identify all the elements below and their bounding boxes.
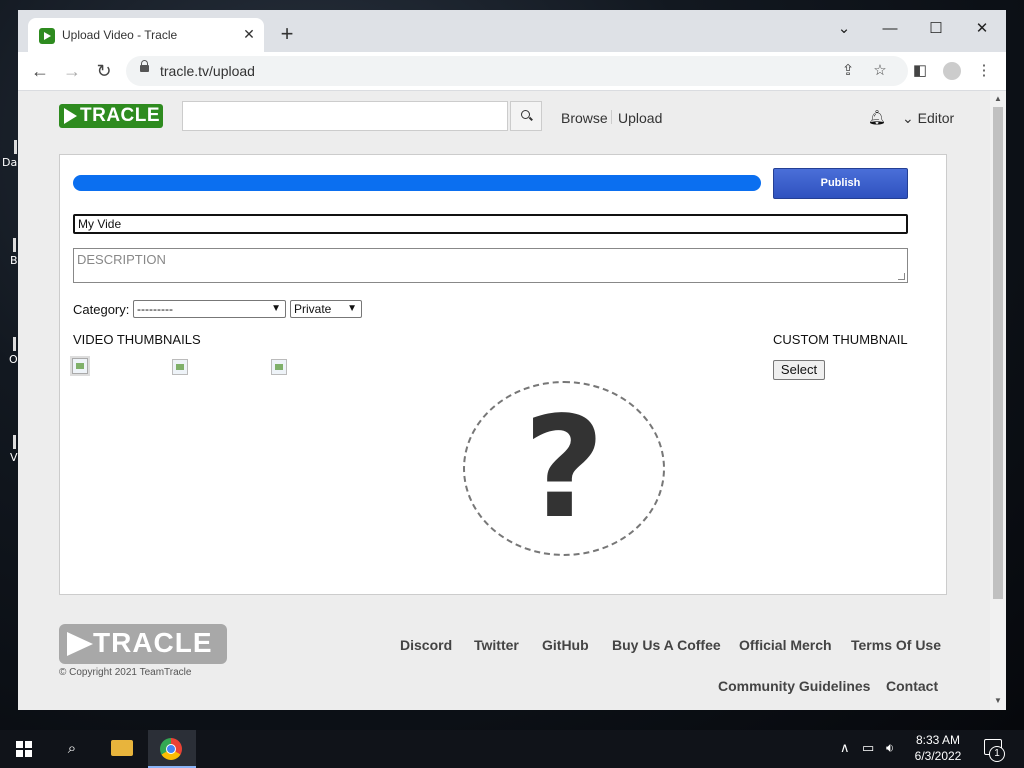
- maximize-button[interactable]: ☐: [922, 16, 950, 42]
- thumbnail-option-2[interactable]: [172, 359, 188, 375]
- notification-count-badge: 1: [989, 746, 1005, 762]
- tracle-favicon-icon: [39, 28, 55, 44]
- footer-logo-text: TRACLE: [93, 627, 213, 658]
- new-tab-button[interactable]: +: [276, 23, 298, 46]
- desktop-icon-label: B: [10, 254, 18, 267]
- nav-browse-link[interactable]: Browse: [561, 110, 608, 126]
- resize-handle-icon[interactable]: [898, 273, 905, 280]
- footer-link-contact[interactable]: Contact: [886, 678, 938, 694]
- address-bar[interactable]: tracle.tv/upload: [126, 56, 908, 86]
- copyright-text: © Copyright 2021 TeamTracle: [59, 667, 192, 678]
- privacy-selected-value: Private: [294, 302, 332, 316]
- desktop-icon-label: V: [10, 451, 18, 464]
- scroll-down-arrow-icon[interactable]: ▼: [993, 696, 1003, 705]
- select-thumbnail-button[interactable]: Select: [773, 360, 825, 380]
- browser-window: Upload Video - Tracle ✕ + ⌄ — ☐ ✕ ← → ↻ …: [18, 10, 1006, 710]
- video-thumbnails-label: VIDEO THUMBNAILS: [73, 332, 201, 347]
- file-explorer-icon[interactable]: [111, 740, 133, 756]
- category-select[interactable]: --------- ▼: [133, 300, 286, 318]
- description-textarea[interactable]: DESCRIPTION: [73, 248, 908, 283]
- browser-toolbar: ← → ↻ tracle.tv/upload ⇪ ☆ ◧ ⋮: [18, 52, 1006, 91]
- chevron-down-icon: ▼: [347, 303, 357, 314]
- footer-link-github[interactable]: GitHub: [542, 637, 589, 653]
- category-label: Category:: [73, 302, 130, 317]
- logo-text: TRACLE: [80, 105, 161, 126]
- category-selected-value: ---------: [137, 302, 173, 316]
- tab-search-chevron-down-icon[interactable]: ⌄: [830, 16, 858, 42]
- chevron-down-icon: ▼: [271, 303, 281, 314]
- custom-thumbnail-label: CUSTOM THUMBNAIL: [773, 332, 908, 347]
- thumbnail-option-3[interactable]: [271, 359, 287, 375]
- title-input[interactable]: My Vide: [73, 214, 908, 234]
- windows-start-icon[interactable]: [16, 741, 32, 757]
- network-icon[interactable]: ▭: [862, 740, 874, 756]
- nav-divider: [611, 110, 612, 124]
- search-icon: [521, 110, 530, 119]
- volume-icon[interactable]: 🔉︎: [886, 740, 894, 756]
- nav-upload-link[interactable]: Upload: [618, 110, 662, 126]
- footer-link-buy-coffee[interactable]: Buy Us A Coffee: [612, 637, 721, 653]
- page-content: TRACLE Browse Upload 🔔︎ ⌄ Editor Publish…: [18, 91, 990, 710]
- profile-avatar-icon[interactable]: [941, 60, 963, 82]
- taskbar-chrome-button[interactable]: [148, 730, 196, 768]
- play-logo-icon: [64, 108, 77, 124]
- tab-title: Upload Video - Tracle: [62, 28, 178, 42]
- taskbar: ⌕ ∧ ▭ 🔉︎ 8:33 AM 6/3/2022 1: [0, 730, 1024, 768]
- publish-button[interactable]: Publish: [773, 168, 908, 199]
- scroll-up-arrow-icon[interactable]: ▲: [993, 94, 1003, 103]
- clock-time: 8:33 AM: [915, 733, 961, 747]
- search-icon[interactable]: ⌕: [60, 738, 84, 760]
- share-icon[interactable]: ⇪: [837, 60, 859, 82]
- footer-link-twitter[interactable]: Twitter: [474, 637, 519, 653]
- back-arrow-icon[interactable]: ←: [29, 60, 51, 82]
- page-scrollbar[interactable]: ▲ ▼: [990, 91, 1006, 710]
- tab-close-icon[interactable]: ✕: [240, 25, 258, 43]
- url-text[interactable]: tracle.tv/upload: [160, 63, 255, 79]
- desktop-icon[interactable]: Da: [2, 140, 18, 169]
- forward-arrow-icon[interactable]: →: [61, 60, 83, 82]
- user-menu[interactable]: ⌄ Editor: [902, 110, 954, 127]
- clock-date: 6/3/2022: [914, 749, 962, 763]
- upload-progress-bar: [73, 175, 761, 191]
- desktop-icon-label: Da: [2, 156, 18, 169]
- chrome-icon: [160, 738, 182, 760]
- user-menu-label: Editor: [917, 110, 955, 126]
- footer-logo[interactable]: TRACLE: [59, 624, 227, 664]
- bookmark-star-icon[interactable]: ☆: [869, 60, 891, 82]
- thumbnail-option-1[interactable]: [72, 358, 88, 374]
- search-button[interactable]: [510, 101, 542, 131]
- upload-form: Publish My Vide DESCRIPTION Category: --…: [59, 154, 947, 595]
- side-panel-icon[interactable]: ◧: [909, 60, 931, 82]
- play-logo-icon: [67, 632, 93, 656]
- footer-link-discord[interactable]: Discord: [400, 637, 452, 653]
- search-input[interactable]: [182, 101, 508, 131]
- reload-icon[interactable]: ↻: [93, 60, 115, 82]
- tracle-logo[interactable]: TRACLE: [59, 104, 163, 128]
- footer-link-community-guidelines[interactable]: Community Guidelines: [718, 678, 870, 694]
- bell-icon[interactable]: 🔔︎: [868, 109, 886, 125]
- close-window-button[interactable]: ✕: [968, 16, 996, 42]
- tab-upload-video[interactable]: Upload Video - Tracle ✕: [28, 18, 264, 52]
- more-menu-icon[interactable]: ⋮: [973, 60, 995, 82]
- description-placeholder: DESCRIPTION: [77, 252, 166, 267]
- footer-link-terms[interactable]: Terms Of Use: [851, 637, 941, 653]
- chevron-down-icon: ⌄: [902, 110, 914, 126]
- tab-strip: Upload Video - Tracle ✕ + ⌄ — ☐ ✕: [18, 10, 1006, 52]
- taskbar-clock[interactable]: 8:33 AM 6/3/2022: [908, 732, 968, 764]
- chevron-up-icon[interactable]: ∧: [840, 740, 850, 756]
- minimize-button[interactable]: —: [876, 16, 904, 42]
- scroll-thumb[interactable]: [993, 107, 1003, 599]
- lock-icon[interactable]: [140, 60, 149, 72]
- desktop-icon-label: O: [9, 353, 18, 366]
- question-mark-icon: ?: [523, 387, 605, 550]
- privacy-select[interactable]: Private ▼: [290, 300, 362, 318]
- footer-link-official-merch[interactable]: Official Merch: [739, 637, 832, 653]
